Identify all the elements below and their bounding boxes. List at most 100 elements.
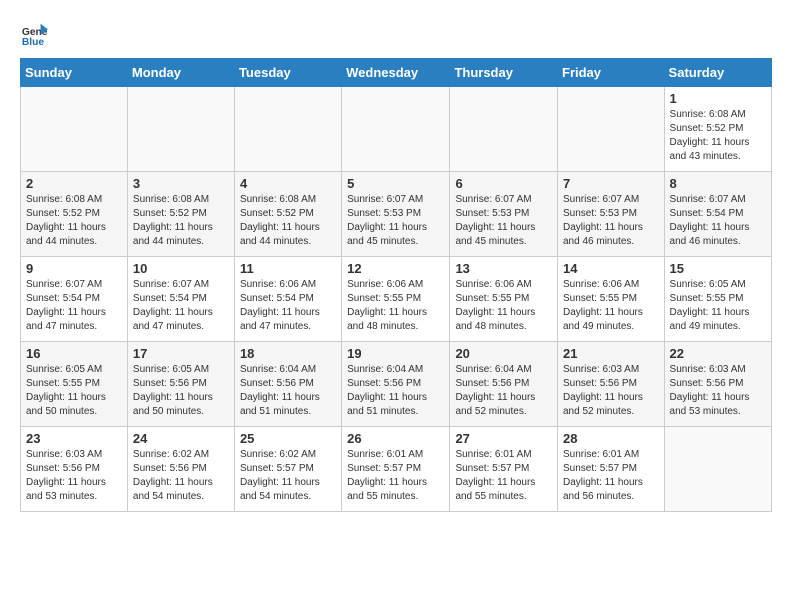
day-number: 3 bbox=[133, 176, 229, 191]
day-info: Sunrise: 6:01 AM Sunset: 5:57 PM Dayligh… bbox=[347, 448, 444, 504]
day-info: Sunrise: 6:06 AM Sunset: 5:55 PM Dayligh… bbox=[455, 278, 552, 334]
calendar-cell: 28 Sunrise: 6:01 AM Sunset: 5:57 PM Dayli… bbox=[558, 427, 665, 512]
day-info: Sunrise: 6:05 AM Sunset: 5:55 PM Dayligh… bbox=[670, 278, 766, 334]
calendar-cell: 21 Sunrise: 6:03 AM Sunset: 5:56 PM Dayli… bbox=[558, 342, 665, 427]
calendar-cell: 6 Sunrise: 6:07 AM Sunset: 5:53 PM Daylig… bbox=[450, 172, 558, 257]
weekday-header-sunday: Sunday bbox=[21, 59, 128, 87]
day-number: 26 bbox=[347, 431, 444, 446]
calendar-cell: 1 Sunrise: 6:08 AM Sunset: 5:52 PM Daylig… bbox=[664, 87, 771, 172]
day-number: 19 bbox=[347, 346, 444, 361]
calendar-cell: 25 Sunrise: 6:02 AM Sunset: 5:57 PM Dayli… bbox=[234, 427, 341, 512]
calendar-cell bbox=[342, 87, 450, 172]
day-info: Sunrise: 6:04 AM Sunset: 5:56 PM Dayligh… bbox=[240, 363, 336, 419]
day-info: Sunrise: 6:08 AM Sunset: 5:52 PM Dayligh… bbox=[133, 193, 229, 249]
calendar-cell: 15 Sunrise: 6:05 AM Sunset: 5:55 PM Dayli… bbox=[664, 257, 771, 342]
day-info: Sunrise: 6:01 AM Sunset: 5:57 PM Dayligh… bbox=[563, 448, 659, 504]
calendar-cell: 3 Sunrise: 6:08 AM Sunset: 5:52 PM Daylig… bbox=[127, 172, 234, 257]
day-number: 11 bbox=[240, 261, 336, 276]
day-number: 12 bbox=[347, 261, 444, 276]
day-number: 18 bbox=[240, 346, 336, 361]
day-info: Sunrise: 6:07 AM Sunset: 5:54 PM Dayligh… bbox=[133, 278, 229, 334]
calendar-cell: 4 Sunrise: 6:08 AM Sunset: 5:52 PM Daylig… bbox=[234, 172, 341, 257]
calendar-cell: 7 Sunrise: 6:07 AM Sunset: 5:53 PM Daylig… bbox=[558, 172, 665, 257]
calendar-cell bbox=[450, 87, 558, 172]
day-info: Sunrise: 6:08 AM Sunset: 5:52 PM Dayligh… bbox=[240, 193, 336, 249]
weekday-header-saturday: Saturday bbox=[664, 59, 771, 87]
day-info: Sunrise: 6:07 AM Sunset: 5:53 PM Dayligh… bbox=[455, 193, 552, 249]
calendar-cell: 14 Sunrise: 6:06 AM Sunset: 5:55 PM Dayli… bbox=[558, 257, 665, 342]
weekday-header-friday: Friday bbox=[558, 59, 665, 87]
day-number: 7 bbox=[563, 176, 659, 191]
day-info: Sunrise: 6:03 AM Sunset: 5:56 PM Dayligh… bbox=[563, 363, 659, 419]
calendar-cell: 13 Sunrise: 6:06 AM Sunset: 5:55 PM Dayli… bbox=[450, 257, 558, 342]
day-info: Sunrise: 6:04 AM Sunset: 5:56 PM Dayligh… bbox=[347, 363, 444, 419]
day-info: Sunrise: 6:06 AM Sunset: 5:55 PM Dayligh… bbox=[563, 278, 659, 334]
day-info: Sunrise: 6:08 AM Sunset: 5:52 PM Dayligh… bbox=[670, 108, 766, 164]
day-info: Sunrise: 6:07 AM Sunset: 5:54 PM Dayligh… bbox=[26, 278, 122, 334]
day-info: Sunrise: 6:01 AM Sunset: 5:57 PM Dayligh… bbox=[455, 448, 552, 504]
day-info: Sunrise: 6:02 AM Sunset: 5:56 PM Dayligh… bbox=[133, 448, 229, 504]
weekday-header-monday: Monday bbox=[127, 59, 234, 87]
calendar-cell: 9 Sunrise: 6:07 AM Sunset: 5:54 PM Daylig… bbox=[21, 257, 128, 342]
day-info: Sunrise: 6:07 AM Sunset: 5:53 PM Dayligh… bbox=[347, 193, 444, 249]
calendar-cell: 26 Sunrise: 6:01 AM Sunset: 5:57 PM Dayli… bbox=[342, 427, 450, 512]
day-number: 22 bbox=[670, 346, 766, 361]
day-info: Sunrise: 6:07 AM Sunset: 5:53 PM Dayligh… bbox=[563, 193, 659, 249]
calendar-cell: 10 Sunrise: 6:07 AM Sunset: 5:54 PM Dayli… bbox=[127, 257, 234, 342]
calendar-cell: 12 Sunrise: 6:06 AM Sunset: 5:55 PM Dayli… bbox=[342, 257, 450, 342]
calendar-cell: 5 Sunrise: 6:07 AM Sunset: 5:53 PM Daylig… bbox=[342, 172, 450, 257]
day-number: 20 bbox=[455, 346, 552, 361]
calendar-cell: 17 Sunrise: 6:05 AM Sunset: 5:56 PM Dayli… bbox=[127, 342, 234, 427]
day-number: 15 bbox=[670, 261, 766, 276]
day-number: 1 bbox=[670, 91, 766, 106]
day-info: Sunrise: 6:07 AM Sunset: 5:54 PM Dayligh… bbox=[670, 193, 766, 249]
calendar-cell bbox=[558, 87, 665, 172]
calendar-cell bbox=[21, 87, 128, 172]
day-number: 9 bbox=[26, 261, 122, 276]
calendar-table: SundayMondayTuesdayWednesdayThursdayFrid… bbox=[20, 58, 772, 512]
calendar-cell: 22 Sunrise: 6:03 AM Sunset: 5:56 PM Dayli… bbox=[664, 342, 771, 427]
day-number: 5 bbox=[347, 176, 444, 191]
day-number: 23 bbox=[26, 431, 122, 446]
calendar-cell: 27 Sunrise: 6:01 AM Sunset: 5:57 PM Dayli… bbox=[450, 427, 558, 512]
day-number: 14 bbox=[563, 261, 659, 276]
day-info: Sunrise: 6:03 AM Sunset: 5:56 PM Dayligh… bbox=[26, 448, 122, 504]
day-number: 4 bbox=[240, 176, 336, 191]
day-info: Sunrise: 6:02 AM Sunset: 5:57 PM Dayligh… bbox=[240, 448, 336, 504]
calendar-cell: 19 Sunrise: 6:04 AM Sunset: 5:56 PM Dayli… bbox=[342, 342, 450, 427]
weekday-header-tuesday: Tuesday bbox=[234, 59, 341, 87]
calendar-cell: 23 Sunrise: 6:03 AM Sunset: 5:56 PM Dayli… bbox=[21, 427, 128, 512]
calendar-cell: 8 Sunrise: 6:07 AM Sunset: 5:54 PM Daylig… bbox=[664, 172, 771, 257]
day-info: Sunrise: 6:06 AM Sunset: 5:54 PM Dayligh… bbox=[240, 278, 336, 334]
day-number: 24 bbox=[133, 431, 229, 446]
svg-text:Blue: Blue bbox=[22, 37, 45, 48]
calendar-cell bbox=[127, 87, 234, 172]
calendar-cell bbox=[664, 427, 771, 512]
day-number: 27 bbox=[455, 431, 552, 446]
day-number: 13 bbox=[455, 261, 552, 276]
day-number: 16 bbox=[26, 346, 122, 361]
day-info: Sunrise: 6:06 AM Sunset: 5:55 PM Dayligh… bbox=[347, 278, 444, 334]
day-number: 8 bbox=[670, 176, 766, 191]
day-number: 10 bbox=[133, 261, 229, 276]
day-info: Sunrise: 6:08 AM Sunset: 5:52 PM Dayligh… bbox=[26, 193, 122, 249]
day-number: 17 bbox=[133, 346, 229, 361]
day-number: 28 bbox=[563, 431, 659, 446]
logo: General Blue bbox=[20, 20, 52, 48]
calendar-cell: 20 Sunrise: 6:04 AM Sunset: 5:56 PM Dayli… bbox=[450, 342, 558, 427]
day-info: Sunrise: 6:04 AM Sunset: 5:56 PM Dayligh… bbox=[455, 363, 552, 419]
calendar-cell: 18 Sunrise: 6:04 AM Sunset: 5:56 PM Dayli… bbox=[234, 342, 341, 427]
calendar-cell: 24 Sunrise: 6:02 AM Sunset: 5:56 PM Dayli… bbox=[127, 427, 234, 512]
day-number: 2 bbox=[26, 176, 122, 191]
calendar-cell: 11 Sunrise: 6:06 AM Sunset: 5:54 PM Dayli… bbox=[234, 257, 341, 342]
day-info: Sunrise: 6:05 AM Sunset: 5:56 PM Dayligh… bbox=[133, 363, 229, 419]
weekday-header-thursday: Thursday bbox=[450, 59, 558, 87]
day-number: 21 bbox=[563, 346, 659, 361]
weekday-header-wednesday: Wednesday bbox=[342, 59, 450, 87]
calendar-cell: 2 Sunrise: 6:08 AM Sunset: 5:52 PM Daylig… bbox=[21, 172, 128, 257]
day-number: 25 bbox=[240, 431, 336, 446]
day-number: 6 bbox=[455, 176, 552, 191]
calendar-cell bbox=[234, 87, 341, 172]
day-info: Sunrise: 6:03 AM Sunset: 5:56 PM Dayligh… bbox=[670, 363, 766, 419]
calendar-cell: 16Sunrise: 6:05 AM Sunset: 5:55 PM Dayli… bbox=[21, 342, 128, 427]
